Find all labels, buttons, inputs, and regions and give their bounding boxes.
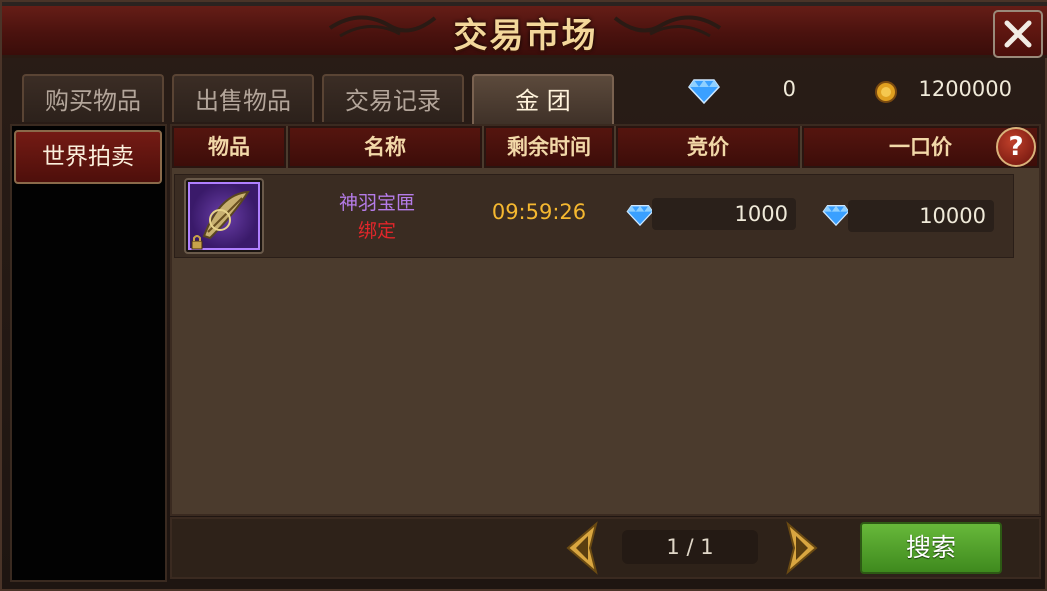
tab-gold-group[interactable]: 金 团	[472, 74, 614, 124]
item-bind-status: 绑定	[357, 220, 396, 242]
category-panel	[10, 124, 167, 582]
title-bar: 交易市场	[2, 2, 1047, 58]
search-button[interactable]: 搜索	[860, 522, 1002, 574]
prev-page-arrow-icon[interactable]	[562, 520, 602, 576]
diamond-icon	[688, 79, 720, 104]
world-auction-button[interactable]: 世界拍卖	[14, 130, 162, 184]
title-ornament-left-icon	[328, 15, 437, 38]
bid-price: 1000	[652, 198, 796, 230]
window-title: 交易市场	[453, 16, 598, 56]
gold-coin-icon	[875, 81, 897, 103]
close-button[interactable]	[993, 10, 1043, 58]
close-icon	[1004, 20, 1032, 48]
trade-market-window: 交易市场 购买物品 出售物品 交易记录 金 团 0 1200000 世界拍卖 物…	[0, 0, 1047, 591]
diamond-amount: 0	[782, 77, 796, 101]
page-indicator: 1 / 1	[622, 530, 758, 564]
buyout-price: 10000	[848, 200, 994, 232]
lock-icon	[191, 235, 203, 250]
header-item: 物品	[172, 126, 286, 168]
tab-sell-items[interactable]: 出售物品	[172, 74, 314, 122]
item-name: 神羽宝匣	[338, 192, 415, 214]
next-page-arrow-icon[interactable]	[782, 520, 822, 576]
header-name: 名称	[288, 126, 482, 168]
bid-diamond-icon	[626, 205, 654, 226]
header-time-left: 剩余时间	[484, 126, 614, 168]
title-ornament-right-icon	[613, 15, 722, 38]
tab-buy-items[interactable]: 购买物品	[22, 74, 164, 122]
time-left: 09:59:26	[491, 200, 587, 224]
help-button[interactable]: ?	[996, 127, 1036, 167]
tab-trade-records[interactable]: 交易记录	[322, 74, 464, 122]
gold-amount: 1200000	[918, 77, 1012, 101]
buyout-diamond-icon	[822, 205, 850, 226]
header-bid: 竞价	[616, 126, 800, 168]
